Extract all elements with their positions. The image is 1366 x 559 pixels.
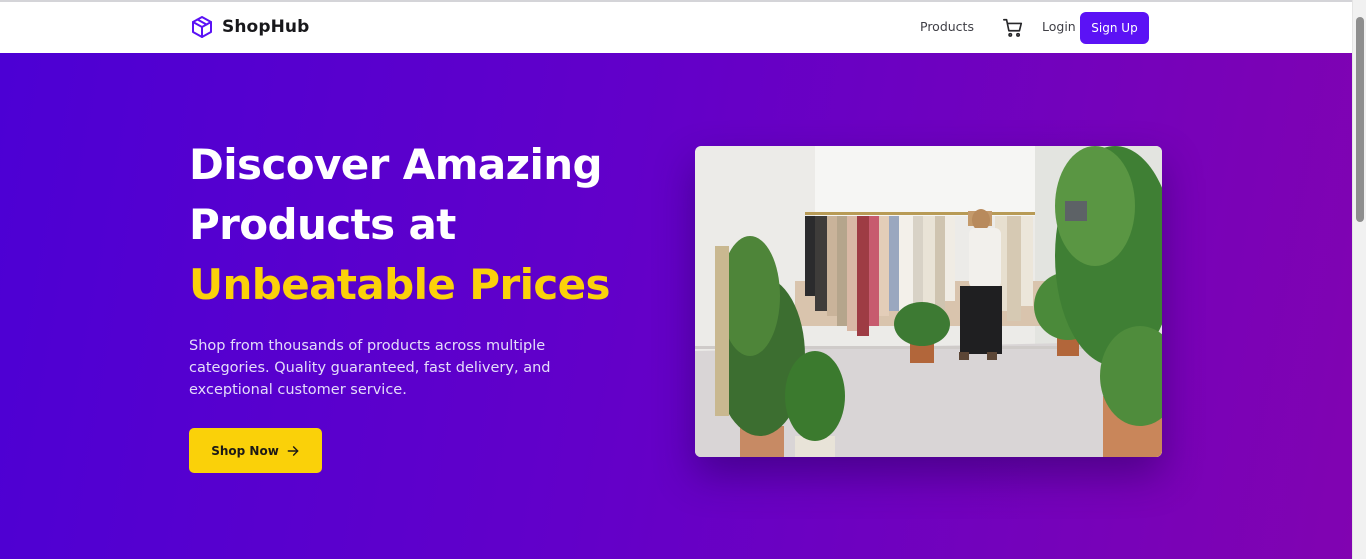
page-scrollbar[interactable] bbox=[1352, 0, 1366, 559]
brand-logo[interactable]: ShopHub bbox=[190, 15, 309, 39]
scrollbar-thumb[interactable] bbox=[1356, 17, 1364, 222]
hero-image bbox=[695, 146, 1162, 457]
hero-title-line-1: Discover Amazing bbox=[189, 140, 603, 189]
page: ShopHub Products Login Sign Up Discover … bbox=[0, 0, 1366, 559]
nav-link-products[interactable]: Products bbox=[920, 19, 974, 34]
hero-section: Discover Amazing Products at Unbeatable … bbox=[0, 53, 1352, 559]
arrow-right-icon bbox=[287, 445, 299, 456]
hero-title-accent: Unbeatable Prices bbox=[189, 260, 611, 309]
navbar: ShopHub Products Login Sign Up bbox=[0, 2, 1352, 53]
login-link[interactable]: Login bbox=[1042, 19, 1076, 34]
clothing-store-photo bbox=[695, 146, 1162, 457]
cart-icon bbox=[1003, 18, 1023, 37]
cart-button[interactable] bbox=[1002, 17, 1024, 39]
brand-name: ShopHub bbox=[222, 17, 310, 37]
signup-button[interactable]: Sign Up bbox=[1080, 12, 1149, 44]
shop-now-label: Shop Now bbox=[211, 443, 279, 458]
box-icon bbox=[192, 16, 212, 38]
hero-description: Shop from thousands of products across m… bbox=[189, 335, 569, 401]
shop-now-button[interactable]: Shop Now bbox=[189, 428, 322, 473]
hero-description-line-1: Shop from thousands of products across m… bbox=[189, 338, 546, 354]
hero-description-line-3: exceptional customer service. bbox=[189, 382, 407, 398]
hero-title-line-2: Products at bbox=[189, 200, 456, 249]
hero-description-line-2: categories. Quality guaranteed, fast del… bbox=[189, 360, 551, 376]
hero-title: Discover Amazing Products at Unbeatable … bbox=[189, 135, 611, 315]
